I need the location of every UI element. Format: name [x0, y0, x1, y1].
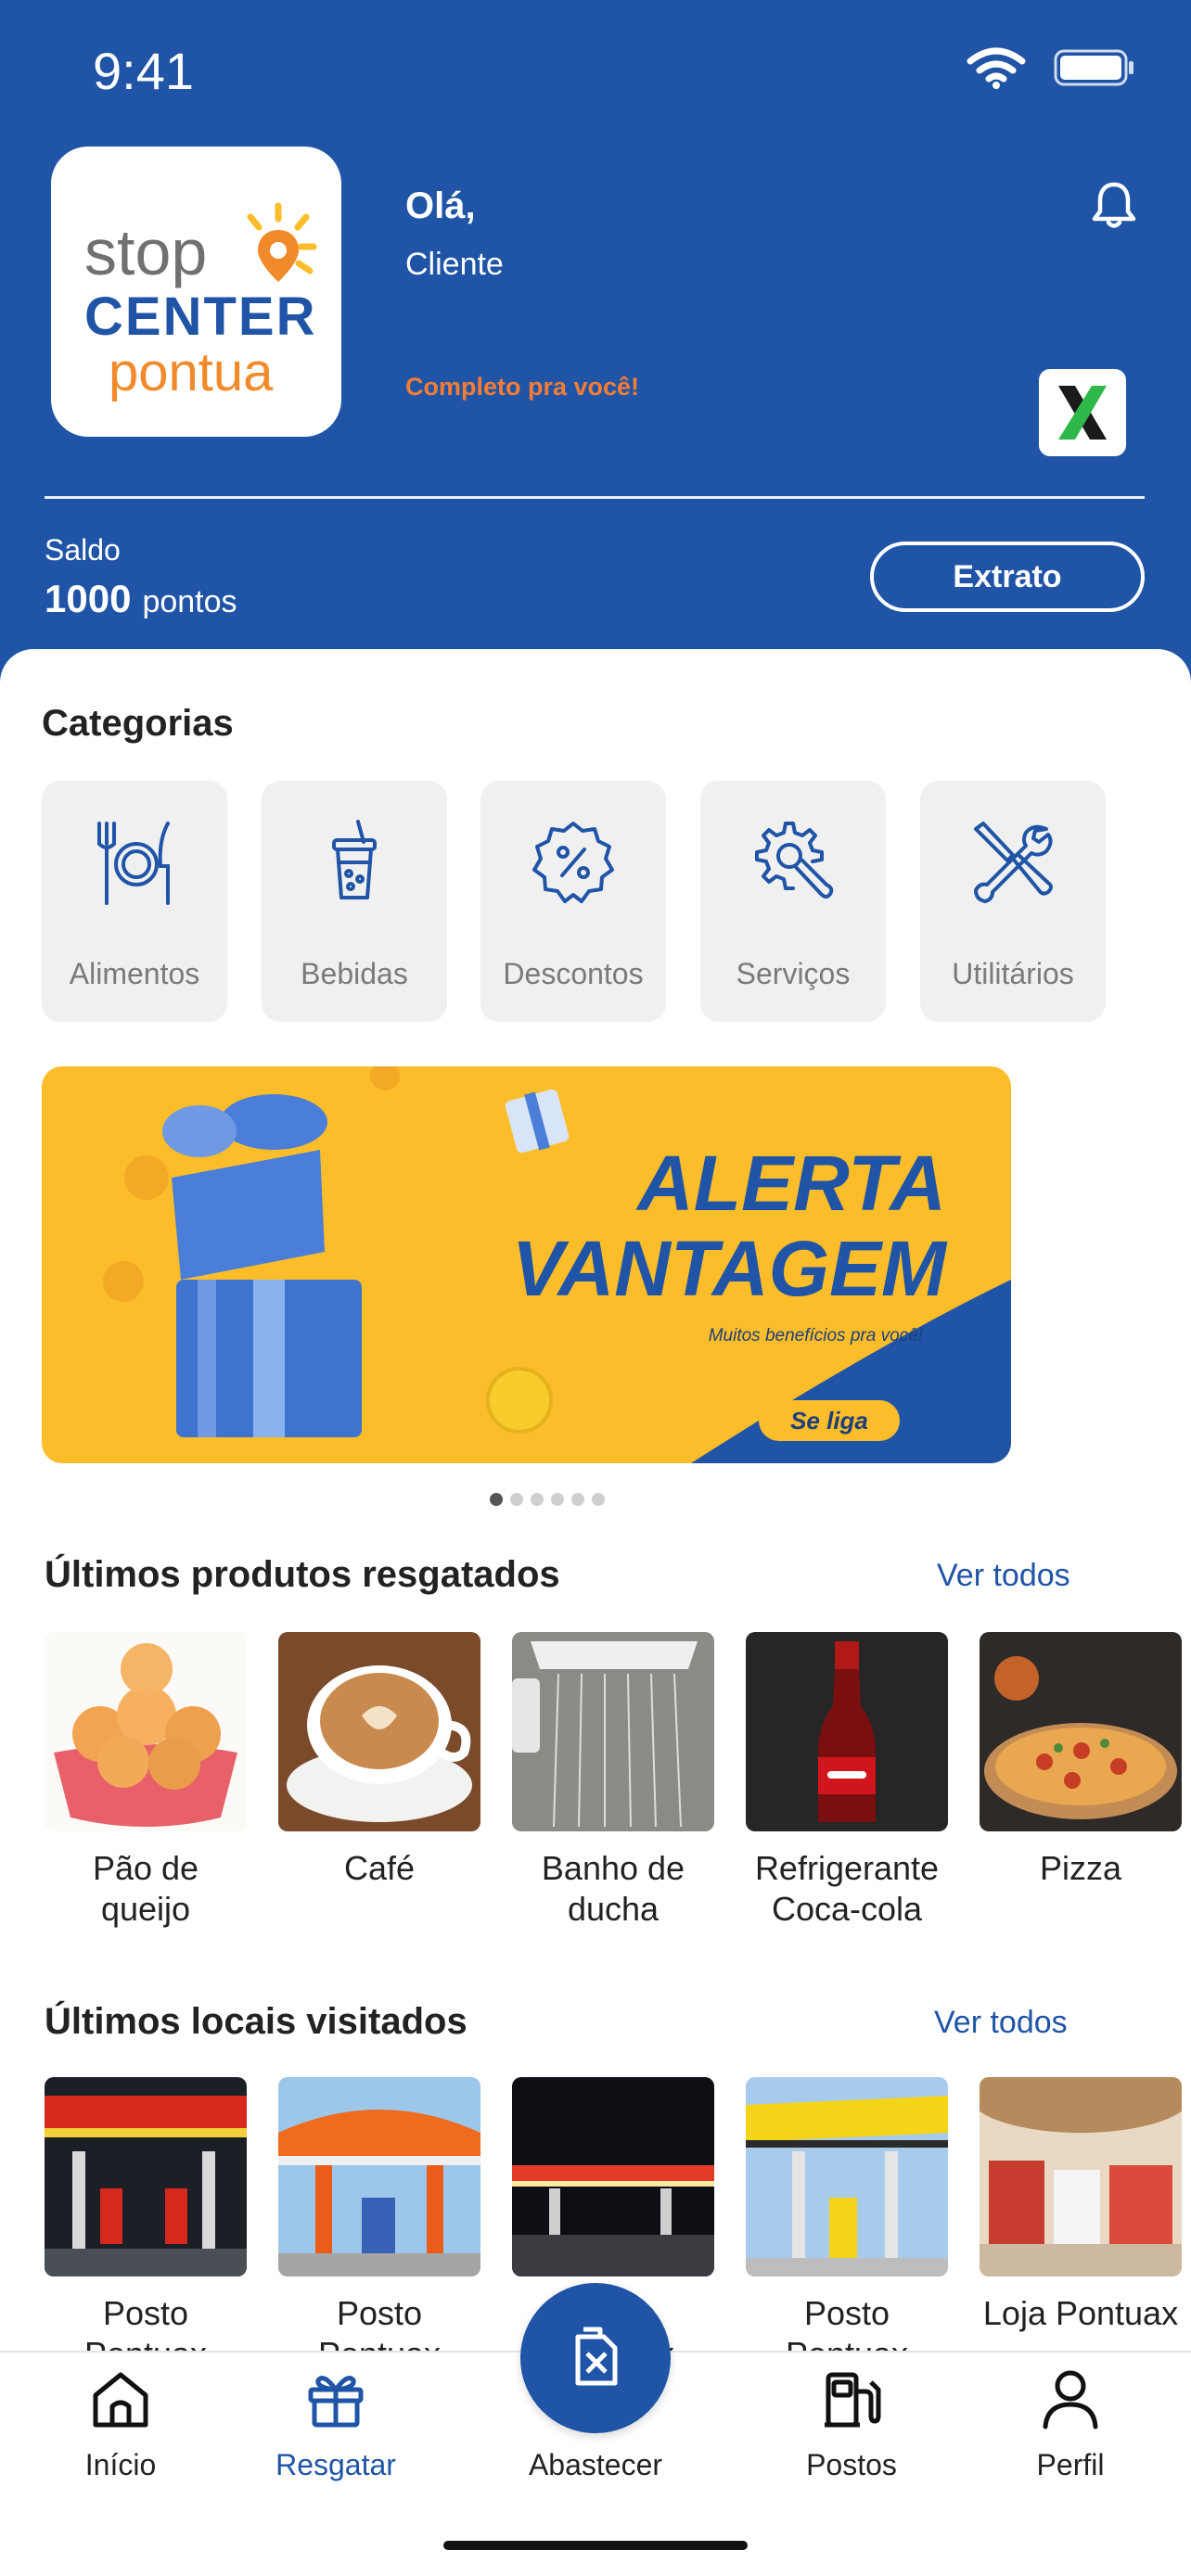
product-image — [980, 1632, 1182, 1831]
pagination-dot[interactable] — [531, 1493, 544, 1506]
plate-cutlery-icon — [97, 822, 170, 905]
product-label: Refrigerante Coca-cola — [754, 1849, 940, 1928]
pagination-dot[interactable] — [490, 1493, 503, 1506]
banner-cta-button[interactable]: Se liga — [759, 1400, 900, 1441]
sun-pin-icon — [247, 202, 317, 282]
categories-title: Categorias — [42, 703, 234, 744]
tab-label: Perfil — [1036, 2448, 1105, 2481]
products-title: Últimos produtos resgatados — [45, 1554, 560, 1595]
promo-banner[interactable]: ALERTA VANTAGEM Muitos benefícios pra vo… — [42, 1066, 1011, 1463]
pagination-dot[interactable] — [592, 1493, 605, 1506]
category-label: Serviços — [736, 957, 851, 990]
products-see-all-link[interactable]: Ver todos — [937, 1558, 1070, 1594]
wifi-icon — [967, 47, 1026, 89]
tab-label: Início — [84, 2448, 157, 2481]
battery-icon — [1054, 49, 1133, 86]
pagination-dot[interactable] — [510, 1493, 523, 1506]
bell-icon[interactable] — [1091, 180, 1137, 230]
place-image — [45, 2077, 247, 2276]
tab-label: Abastecer — [528, 2448, 663, 2481]
statement-button[interactable]: Extrato — [870, 542, 1145, 612]
category-label: Descontos — [503, 957, 644, 990]
banner-line2: VANTAGEM — [511, 1225, 946, 1312]
category-utilitarios[interactable]: Utilitários — [920, 781, 1106, 1022]
place-card[interactable]: Loja Pontuax — [980, 2077, 1182, 2334]
logo-word-stop: stop — [84, 216, 208, 288]
product-image — [45, 1632, 247, 1831]
place-card[interactable]: Posto Pontuax — [278, 2077, 480, 2375]
gift-icon — [308, 2376, 364, 2428]
balance-number: 1000 — [45, 577, 132, 620]
product-card[interactable]: Banho de ducha — [512, 1632, 714, 1930]
place-label: Loja Pontuax — [982, 2294, 1179, 2332]
greeting: Olá, — [405, 185, 476, 226]
place-image — [512, 2077, 714, 2276]
place-image — [278, 2077, 480, 2276]
balance-label: Saldo — [45, 533, 121, 567]
home-indicator[interactable] — [443, 2541, 748, 2550]
product-label: Pizza — [1039, 1849, 1122, 1887]
user-icon — [1043, 2370, 1098, 2429]
fuel-can-icon — [575, 2327, 618, 2386]
tab-label: Postos — [806, 2448, 897, 2481]
balance-unit: pontos — [142, 584, 237, 619]
pagination-dot[interactable] — [571, 1493, 584, 1506]
header-divider — [45, 496, 1145, 499]
category-label: Utilitários — [952, 957, 1074, 990]
category-descontos[interactable]: Descontos — [480, 781, 666, 1022]
status-time: 9:41 — [93, 42, 194, 100]
x-logo-icon — [1058, 386, 1107, 440]
user-name: Cliente — [405, 247, 504, 282]
discount-badge-icon — [532, 822, 614, 903]
product-label: Café — [343, 1849, 416, 1887]
logo-word-center: CENTER — [84, 287, 317, 347]
category-alimentos[interactable]: Alimentos — [42, 781, 227, 1022]
product-card[interactable]: Pão de queijo — [45, 1632, 247, 1930]
place-image — [980, 2077, 1182, 2276]
tools-icon — [974, 822, 1053, 903]
place-card[interactable]: Posto Pontuax — [45, 2077, 247, 2375]
drink-cup-icon — [332, 820, 377, 899]
tab-inicio[interactable]: Início — [28, 2369, 213, 2482]
balance-value: 1000 pontos — [45, 577, 237, 621]
product-label: Banho de ducha — [541, 1849, 685, 1928]
tagline: Completo pra você! — [405, 373, 640, 401]
place-image — [746, 2077, 948, 2276]
product-image — [278, 1632, 480, 1831]
place-card[interactable]: Posto Pontuax — [746, 2077, 948, 2375]
logo-word-pontua: pontua — [109, 342, 274, 402]
gear-wrench-icon — [755, 822, 834, 899]
home-icon — [93, 2372, 148, 2428]
product-label: Pão de queijo — [92, 1849, 199, 1928]
tab-perfil[interactable]: Perfil — [978, 2369, 1163, 2482]
brand-logo: stop CENTER pontua — [51, 147, 341, 437]
places-title: Últimos locais visitados — [45, 2001, 467, 2042]
places-see-all-link[interactable]: Ver todos — [934, 2005, 1068, 2041]
tab-label: Resgatar — [275, 2448, 396, 2481]
partner-x-badge[interactable] — [1039, 369, 1126, 456]
category-bebidas[interactable]: Bebidas — [262, 781, 447, 1022]
product-card[interactable]: Refrigerante Coca-cola — [746, 1632, 948, 1930]
status-icons — [967, 46, 1135, 89]
product-card[interactable]: Pizza — [980, 1632, 1182, 1889]
tab-postos[interactable]: Postos — [759, 2369, 944, 2482]
product-card[interactable]: Café — [278, 1632, 480, 1889]
pagination-dot[interactable] — [551, 1493, 564, 1506]
banner-subtitle: Muitos benefícios pra você! — [708, 1326, 923, 1345]
tab-abastecer-button[interactable] — [520, 2283, 671, 2433]
category-servicos[interactable]: Serviços — [700, 781, 886, 1022]
category-label: Bebidas — [301, 957, 408, 990]
banner-line1: ALERTA — [637, 1140, 946, 1227]
product-image — [746, 1632, 948, 1831]
carousel-pagination — [490, 1493, 605, 1506]
product-image — [512, 1632, 714, 1831]
gas-pump-icon — [825, 2372, 881, 2428]
category-label: Alimentos — [69, 957, 200, 990]
banner-headline: ALERTA VANTAGEM — [42, 1141, 946, 1311]
tab-resgatar[interactable]: Resgatar — [243, 2369, 429, 2482]
